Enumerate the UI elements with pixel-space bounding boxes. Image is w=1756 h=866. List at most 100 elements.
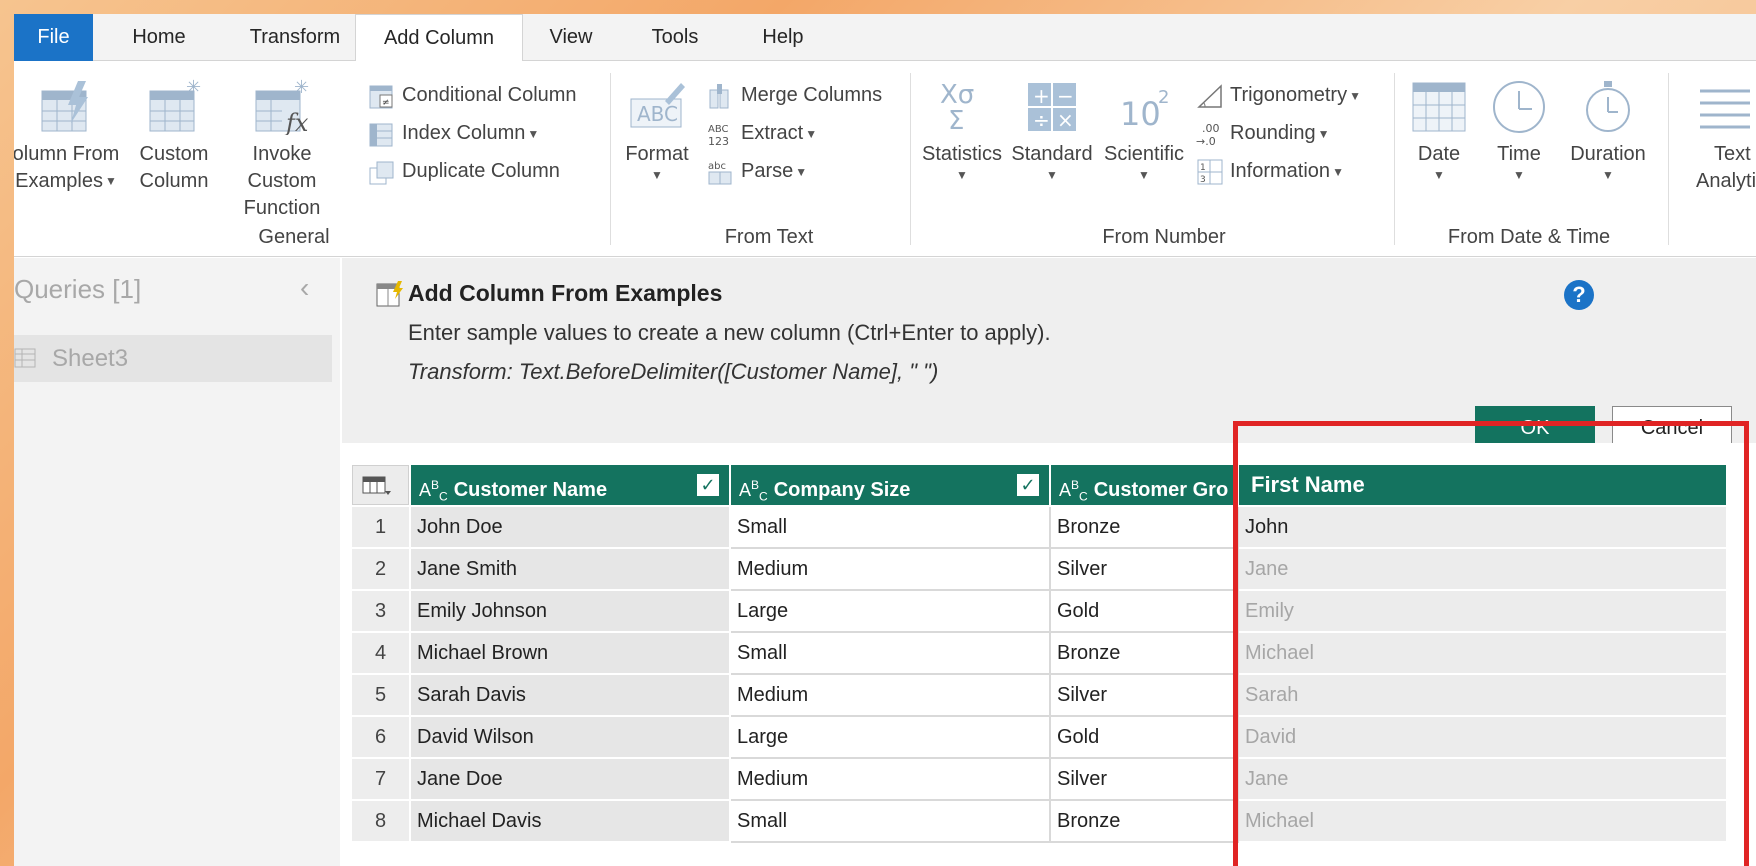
cell-first-name[interactable]: Michael bbox=[1239, 801, 1728, 843]
column-header-company-size[interactable]: ABC Company Size ✓ bbox=[731, 465, 1049, 505]
merge-columns-button[interactable]: Merge Columns bbox=[707, 79, 882, 111]
queries-pane: Queries [1] ‹ Sheet3 bbox=[14, 258, 340, 866]
chevron-down-icon: ▼ bbox=[1433, 168, 1445, 182]
custom-column-icon: ✳ bbox=[149, 79, 201, 132]
scientific-label: Scientific bbox=[1103, 143, 1185, 165]
custom-column-button[interactable]: ✳ Custom Column bbox=[132, 79, 216, 195]
cell-first-name[interactable]: Jane bbox=[1239, 759, 1728, 801]
merge-columns-label: Merge Columns bbox=[741, 84, 883, 106]
chevron-down-icon: ▼ bbox=[956, 168, 968, 182]
cell-customer-name: John Doe bbox=[411, 507, 731, 549]
trigonometry-button[interactable]: Trigonometry ▼ bbox=[1196, 79, 1361, 111]
row-number: 6 bbox=[352, 717, 411, 759]
cell-customer-group: Bronze bbox=[1051, 633, 1239, 675]
clock-icon bbox=[1493, 81, 1545, 133]
tab-view[interactable]: View bbox=[523, 14, 619, 61]
cell-company-size: Large bbox=[731, 591, 1051, 633]
time-button[interactable]: Time ▼ bbox=[1484, 79, 1554, 182]
svg-text:×: × bbox=[1057, 108, 1074, 132]
tab-tools[interactable]: Tools bbox=[619, 14, 731, 61]
chevron-down-icon: ▼ bbox=[1513, 168, 1525, 182]
tab-home[interactable]: Home bbox=[93, 14, 225, 61]
svg-text:fx: fx bbox=[284, 109, 309, 135]
extract-button[interactable]: ABC 123 Extract ▼ bbox=[707, 117, 817, 149]
cell-first-name[interactable]: Emily bbox=[1239, 591, 1728, 633]
cell-customer-name: Emily Johnson bbox=[411, 591, 731, 633]
rounding-button[interactable]: .00 →.0 Rounding ▼ bbox=[1196, 117, 1330, 149]
group-label-general: General bbox=[258, 226, 330, 248]
cell-first-name[interactable]: Michael bbox=[1239, 633, 1728, 675]
duration-button[interactable]: Duration ▼ bbox=[1562, 79, 1654, 182]
custom-column-label-2: Column bbox=[139, 170, 209, 192]
group-label-from-text: From Text bbox=[724, 226, 814, 248]
row-number: 8 bbox=[352, 801, 411, 843]
scientific-button[interactable]: 10 2 Scientific ▼ bbox=[1099, 79, 1189, 182]
chevron-down-icon: ▼ bbox=[1349, 88, 1361, 103]
table-menu-button[interactable] bbox=[352, 465, 409, 505]
cell-company-size: Small bbox=[731, 633, 1051, 675]
transform-formula: Transform: Text.BeforeDelimiter([Custome… bbox=[408, 359, 939, 384]
cell-customer-name: Jane Doe bbox=[411, 759, 731, 801]
cell-customer-group: Silver bbox=[1051, 759, 1239, 801]
format-button[interactable]: ABC Format ▼ bbox=[617, 79, 697, 182]
index-column-icon bbox=[369, 123, 393, 147]
column-header-customer-group[interactable]: ABC Customer Gro bbox=[1051, 465, 1237, 505]
text-analytics-button[interactable]: Text Analytic bbox=[1678, 79, 1756, 195]
cell-first-name[interactable]: John bbox=[1239, 507, 1728, 549]
statistics-label: Statistics bbox=[921, 143, 1003, 165]
column-from-examples-button[interactable]: olumn From Examples ▼ bbox=[14, 79, 126, 195]
column-header-label: Customer Gro bbox=[1093, 479, 1229, 501]
conditional-column-icon: ≠ bbox=[369, 85, 393, 109]
duplicate-column-button[interactable]: Duplicate Column bbox=[368, 155, 560, 187]
column-selected-checkbox[interactable]: ✓ bbox=[697, 474, 719, 496]
tab-add-column[interactable]: Add Column bbox=[355, 14, 523, 62]
column-header-customer-name[interactable]: ABC Customer Name ✓ bbox=[411, 465, 729, 505]
merge-columns-icon bbox=[709, 83, 729, 109]
format-label: Format bbox=[625, 143, 689, 165]
chevron-down-icon: ▼ bbox=[1046, 168, 1058, 182]
column-header-first-name[interactable]: First Name bbox=[1239, 465, 1726, 505]
text-type-icon: ABC bbox=[419, 478, 448, 504]
chevron-down-icon: ▼ bbox=[651, 168, 663, 182]
cell-first-name[interactable]: Sarah bbox=[1239, 675, 1728, 717]
svg-text:3: 3 bbox=[1200, 175, 1206, 185]
index-column-button[interactable]: Index Column ▼ bbox=[368, 117, 539, 149]
conditional-column-button[interactable]: ≠ Conditional Column bbox=[368, 79, 577, 111]
invoke-custom-function-button[interactable]: ✳ fx Invoke Custom Function bbox=[217, 79, 347, 222]
tab-file[interactable]: File bbox=[14, 14, 93, 61]
extract-label: Extract bbox=[741, 122, 804, 144]
ribbon-tab-bar: File Home Transform Add Column View Tool… bbox=[14, 14, 1756, 62]
chevron-down-icon: ▼ bbox=[1138, 168, 1150, 182]
ribbon-divider bbox=[610, 73, 611, 245]
cell-customer-name: Jane Smith bbox=[411, 549, 731, 591]
tab-transform[interactable]: Transform bbox=[225, 14, 365, 61]
collapse-pane-chevron-icon[interactable]: ‹ bbox=[300, 272, 309, 304]
power-query-window: File Home Transform Add Column View Tool… bbox=[14, 14, 1756, 866]
column-selected-checkbox[interactable]: ✓ bbox=[1017, 474, 1039, 496]
tab-help[interactable]: Help bbox=[731, 14, 835, 61]
information-button[interactable]: 1 3 Information ▼ bbox=[1196, 155, 1344, 187]
parse-button[interactable]: abc Parse ▼ bbox=[707, 155, 807, 187]
svg-text:✳: ✳ bbox=[294, 79, 309, 98]
svg-text:.00: .00 bbox=[1202, 122, 1220, 135]
cell-first-name[interactable]: David bbox=[1239, 717, 1728, 759]
standard-button[interactable]: + − ÷ × Standard ▼ bbox=[1007, 79, 1097, 182]
cell-first-name[interactable]: Jane bbox=[1239, 549, 1728, 591]
cell-customer-name: Michael Brown bbox=[411, 633, 731, 675]
help-icon[interactable]: ? bbox=[1564, 280, 1594, 310]
statistics-button[interactable]: Χσ Σ Statistics ▼ bbox=[919, 79, 1005, 182]
column-from-examples-icon bbox=[376, 281, 403, 307]
panel-description: Enter sample values to create a new colu… bbox=[408, 320, 1051, 345]
information-label: Information bbox=[1230, 160, 1331, 182]
cell-company-size: Medium bbox=[731, 675, 1051, 717]
custom-column-label-1: Custom bbox=[139, 143, 209, 165]
duplicate-column-icon bbox=[369, 161, 394, 185]
query-item-sheet3[interactable]: Sheet3 bbox=[14, 335, 332, 382]
ribbon-divider bbox=[1394, 73, 1395, 245]
invoke-function-icon: ✳ fx bbox=[255, 79, 309, 135]
date-button[interactable]: Date ▼ bbox=[1404, 79, 1474, 182]
statistics-icon: Χσ Σ bbox=[940, 80, 974, 135]
cell-customer-group: Bronze bbox=[1051, 801, 1239, 843]
svg-text:123: 123 bbox=[708, 135, 729, 148]
format-icon: ABC bbox=[630, 83, 685, 128]
